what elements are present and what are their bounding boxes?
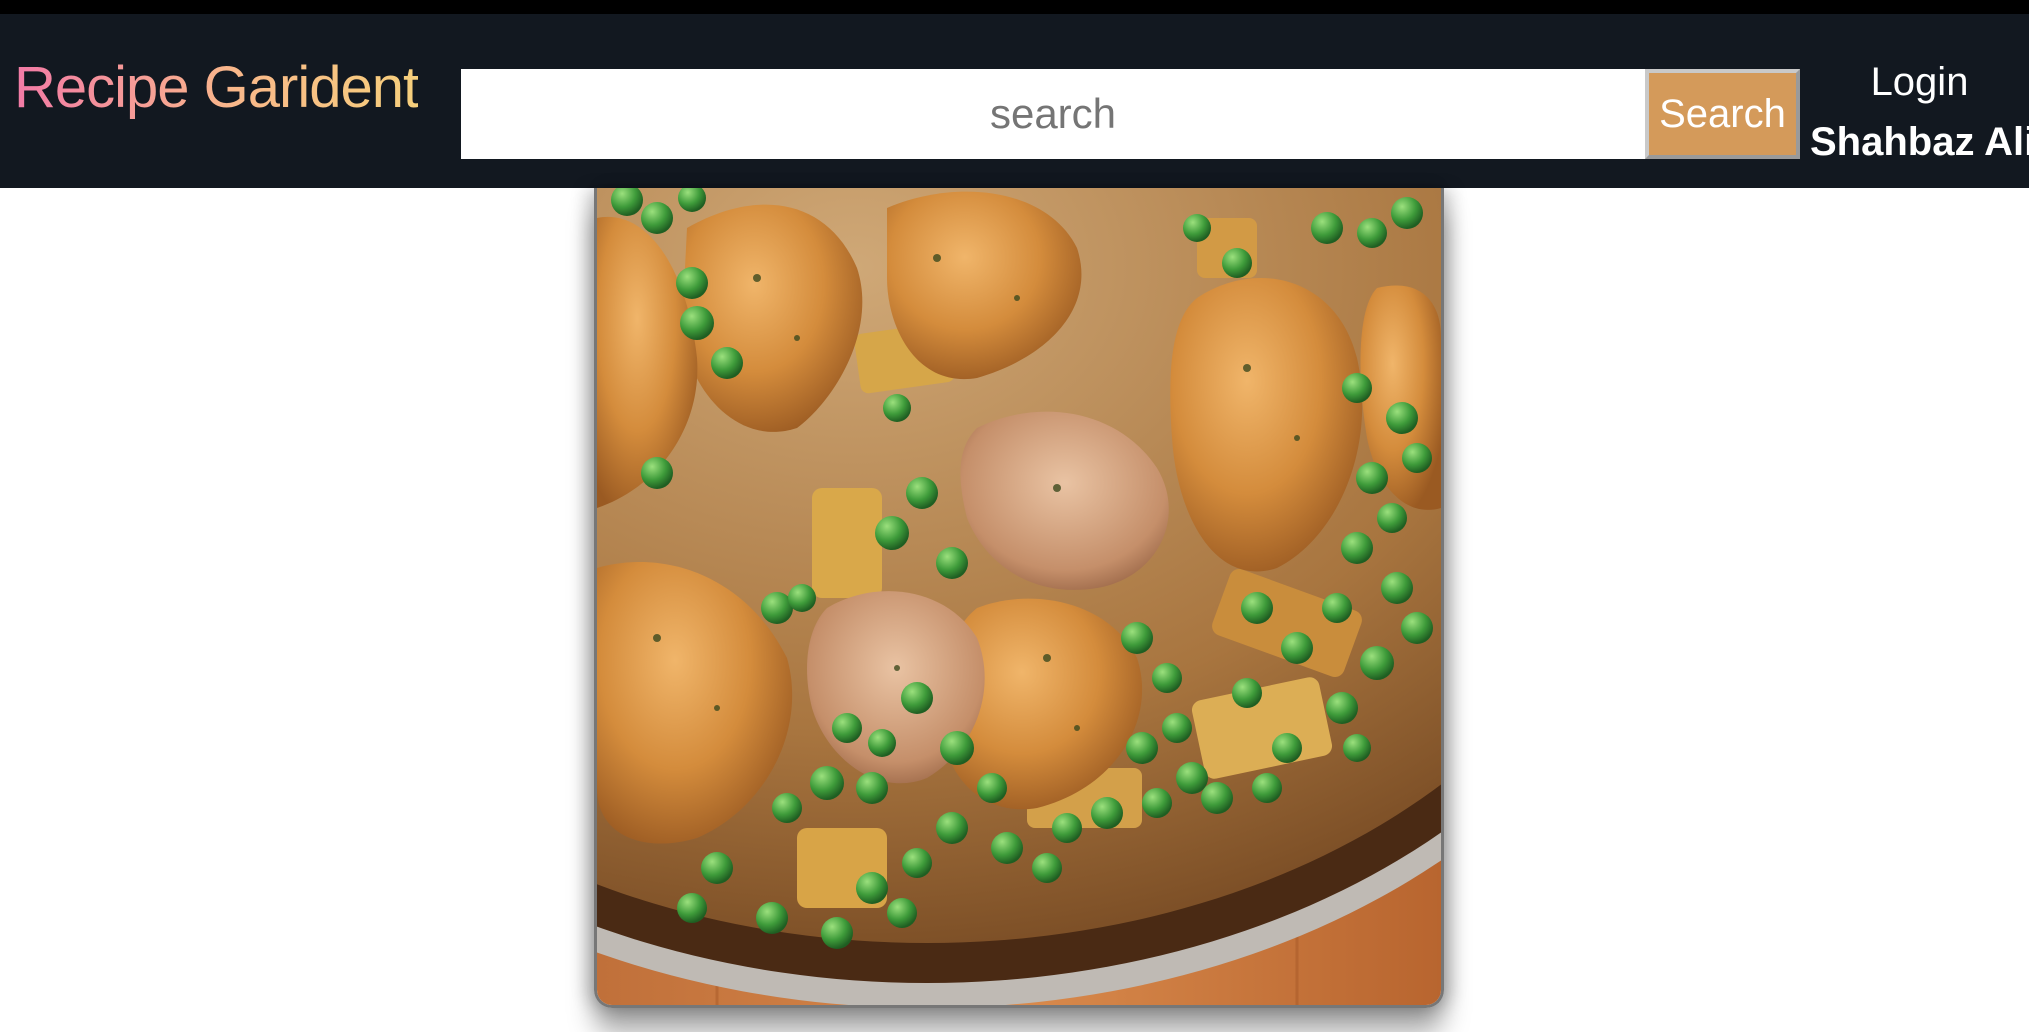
top-strip xyxy=(0,0,2029,14)
navbar: Recipe Garident Search Login Shahbaz Ali xyxy=(0,14,2029,188)
brand-logo[interactable]: Recipe Garident xyxy=(14,54,419,121)
user-name: Shahbaz Ali xyxy=(1810,120,2029,164)
search-button[interactable]: Search xyxy=(1645,69,1800,159)
recipe-card[interactable] xyxy=(594,188,1444,1008)
search-input[interactable] xyxy=(461,69,1645,159)
recipe-image[interactable] xyxy=(597,188,1441,1008)
login-link[interactable]: Login xyxy=(1810,60,2029,105)
